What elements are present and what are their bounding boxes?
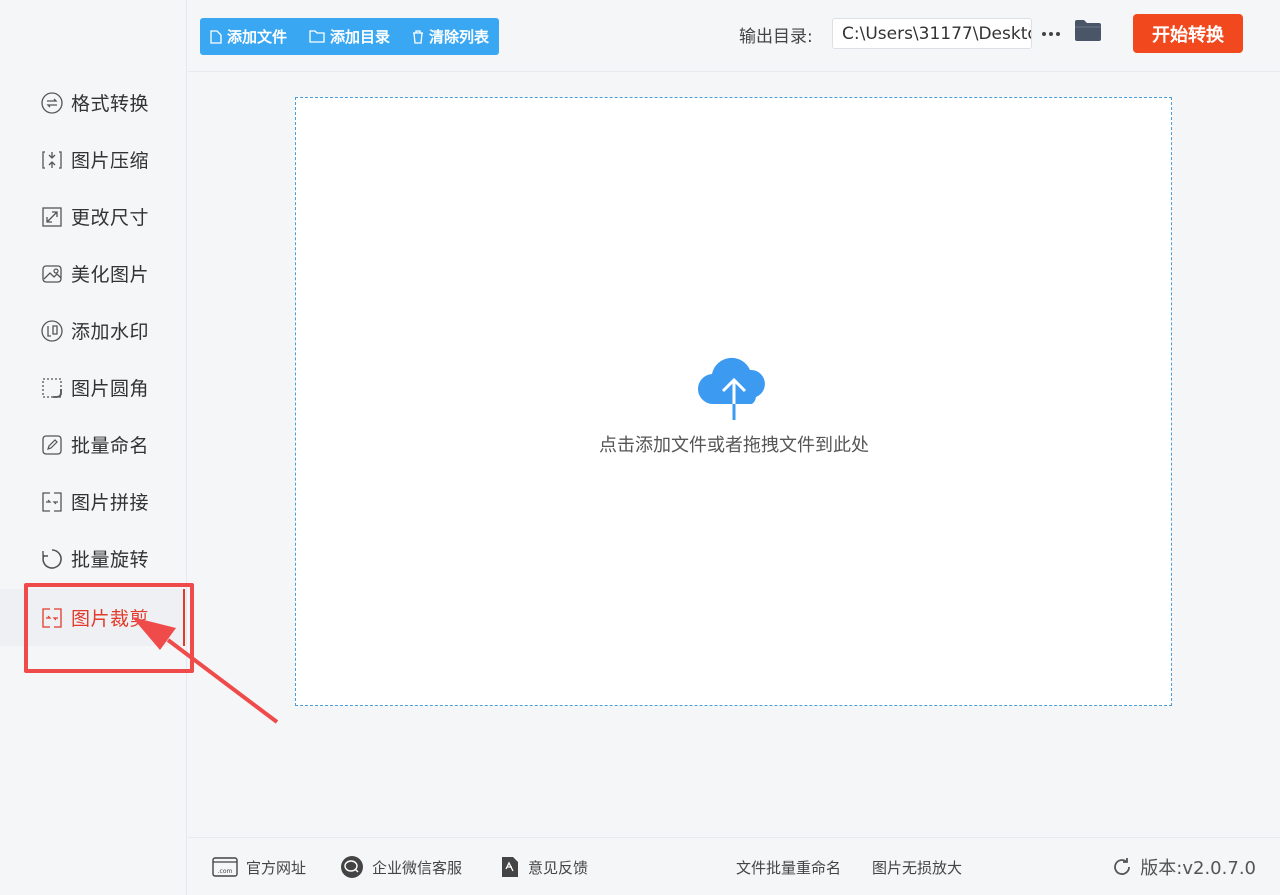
drop-zone-hint: 点击添加文件或者拖拽文件到此处 [599, 435, 869, 456]
refresh-icon [1114, 858, 1131, 875]
sidebar-item-label: 格式转换 [71, 93, 150, 115]
more-options-button[interactable] [1040, 18, 1062, 49]
file-icon [210, 29, 222, 44]
cloud-upload-icon [697, 357, 765, 420]
sidebar-item-crop[interactable]: 图片裁剪 [0, 589, 186, 646]
sidebar-item-batch-rename[interactable]: 批量命名 [0, 416, 186, 473]
sidebar-item-label: 批量命名 [71, 435, 150, 457]
sidebar-item-label: 图片压缩 [71, 150, 150, 172]
trash-icon [413, 29, 424, 44]
clear-list-button[interactable]: 清除列表 [412, 26, 489, 47]
sidebar-item-rounded-corner[interactable]: 图片圆角 [0, 359, 186, 416]
sidebar-item-label: 图片裁剪 [71, 608, 150, 630]
beautify-icon [40, 262, 64, 286]
sidebar-item-label: 图片圆角 [71, 378, 150, 400]
rotate-icon [40, 547, 64, 571]
feedback-icon [502, 857, 518, 877]
batch-rename-link[interactable]: 文件批量重命名 [736, 838, 841, 895]
sidebar-item-stitch[interactable]: 图片拼接 [0, 473, 186, 530]
watermark-icon [40, 319, 64, 343]
rename-icon [40, 433, 64, 457]
feedback-link[interactable]: 意见反馈 [500, 838, 588, 895]
start-convert-button[interactable]: 开始转换 [1133, 14, 1243, 53]
ellipsis-icon [1042, 31, 1060, 36]
active-indicator [183, 589, 185, 646]
sidebar-item-label: 图片拼接 [71, 492, 150, 514]
official-website-link[interactable]: .com 官方网址 [212, 838, 306, 895]
top-toolbar: 添加文件 添加目录 清除列表 输出目录: C:\Users\31177\Desk… [188, 0, 1280, 72]
compress-icon [40, 148, 64, 172]
add-file-button[interactable]: 添加文件 [210, 26, 287, 47]
sidebar: 格式转换 图片压缩 更改尺寸 美化图片 添加水印 图片圆角 批量命名 图片拼接 … [0, 0, 187, 895]
resize-icon [40, 205, 64, 229]
sidebar-item-batch-rotate[interactable]: 批量旋转 [0, 530, 186, 587]
wechat-support-link[interactable]: 企业微信客服 [340, 838, 462, 895]
file-button-group: 添加文件 添加目录 清除列表 [200, 18, 500, 55]
svg-text:.com: .com [218, 868, 233, 875]
sidebar-item-beautify[interactable]: 美化图片 [0, 245, 186, 302]
rounded-corner-icon [40, 376, 64, 400]
sidebar-item-resize[interactable]: 更改尺寸 [0, 188, 186, 245]
crop-icon [40, 606, 64, 630]
sidebar-item-label: 更改尺寸 [71, 207, 150, 229]
sidebar-item-compress[interactable]: 图片压缩 [0, 131, 186, 188]
version-info: 版本:v2.0.7.0 [1112, 838, 1256, 895]
folder-outline-icon [309, 30, 325, 43]
sidebar-item-label: 添加水印 [71, 321, 150, 343]
folder-icon [1075, 20, 1101, 41]
sidebar-item-label: 美化图片 [71, 264, 150, 286]
convert-icon [40, 91, 64, 115]
stitch-icon [40, 490, 64, 514]
open-folder-button[interactable] [1074, 18, 1104, 48]
output-dir-field[interactable]: C:\Users\31177\Deskto [832, 18, 1032, 49]
website-icon: .com [212, 857, 238, 877]
add-directory-button[interactable]: 添加目录 [309, 26, 390, 47]
footer-bar: .com 官方网址 企业微信客服 意见反馈 文件批量重命名 图片无损放大 版本:… [188, 837, 1280, 895]
sidebar-item-format-convert[interactable]: 格式转换 [0, 74, 186, 131]
output-dir-label: 输出目录: [739, 27, 813, 47]
sidebar-item-watermark[interactable]: 添加水印 [0, 302, 186, 359]
wechat-icon [341, 856, 363, 878]
lossless-enlarge-link[interactable]: 图片无损放大 [872, 838, 962, 895]
sidebar-item-label: 批量旋转 [71, 549, 150, 571]
